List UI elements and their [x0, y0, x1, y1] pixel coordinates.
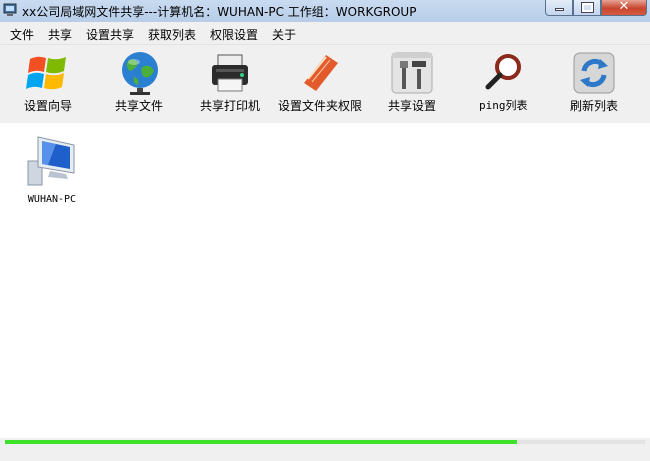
title-bar: xx公司局域网文件共享---计算机名：WUHAN-PC 工作组：WORKGROU… — [0, 0, 650, 22]
app-icon — [3, 3, 17, 16]
folder-permission-label: 设置文件夹权限 — [278, 99, 363, 113]
share-files-button[interactable]: 共享文件 — [112, 45, 168, 123]
computer-item[interactable]: WUHAN-PC — [22, 131, 82, 205]
computer-name: WUHAN-PC — [27, 194, 77, 205]
computer-list: WUHAN-PC — [0, 123, 650, 438]
magnifier-icon — [485, 54, 521, 90]
menu-share[interactable]: 共享 — [48, 26, 72, 43]
toolbar: 设置向导 共享文件 共享打印机 设置文件夹权限 共享设置 ping列表 刷新列表 — [0, 45, 650, 123]
computer-icon — [27, 136, 75, 186]
maximize-icon — [581, 2, 594, 13]
refresh-list-button[interactable]: 刷新列表 — [566, 45, 622, 123]
share-settings-label: 共享设置 — [388, 99, 437, 113]
minimize-button[interactable] — [545, 0, 573, 16]
ping-list-label: ping列表 — [479, 99, 528, 112]
close-icon: ✕ — [618, 0, 630, 14]
window-title: xx公司局域网文件共享---计算机名：WUHAN-PC 工作组：WORKGROU… — [22, 5, 417, 19]
close-button[interactable]: ✕ — [601, 0, 647, 16]
menu-file[interactable]: 文件 — [10, 26, 34, 43]
menu-permissions[interactable]: 权限设置 — [210, 26, 258, 43]
printer-icon — [212, 54, 248, 92]
progress-fill — [5, 440, 517, 444]
menu-set-share[interactable]: 设置共享 — [86, 26, 134, 43]
refresh-icon — [573, 52, 615, 94]
ping-list-button[interactable]: ping列表 — [478, 45, 530, 123]
share-settings-button[interactable]: 共享设置 — [386, 45, 438, 123]
setup-wizard-button[interactable]: 设置向导 — [20, 45, 76, 123]
menu-about[interactable]: 关于 — [272, 26, 296, 43]
folder-permission-button[interactable]: 设置文件夹权限 — [278, 45, 364, 123]
globe-icon — [122, 52, 158, 95]
folder-book-icon — [304, 55, 338, 93]
menu-get-list[interactable]: 获取列表 — [148, 26, 196, 43]
share-printer-label: 共享打印机 — [200, 99, 261, 113]
minimize-icon — [555, 8, 564, 11]
refresh-list-label: 刷新列表 — [570, 99, 619, 113]
status-bar — [0, 438, 650, 461]
tools-icon — [391, 52, 433, 94]
progress-bar — [5, 440, 645, 444]
setup-wizard-label: 设置向导 — [24, 99, 73, 113]
maximize-button[interactable] — [573, 0, 601, 16]
menu-bar: 文件 共享 设置共享 获取列表 权限设置 关于 — [0, 22, 650, 45]
windows-logo-icon — [26, 56, 66, 90]
share-files-label: 共享文件 — [115, 99, 164, 113]
share-printer-button[interactable]: 共享打印机 — [198, 45, 262, 123]
